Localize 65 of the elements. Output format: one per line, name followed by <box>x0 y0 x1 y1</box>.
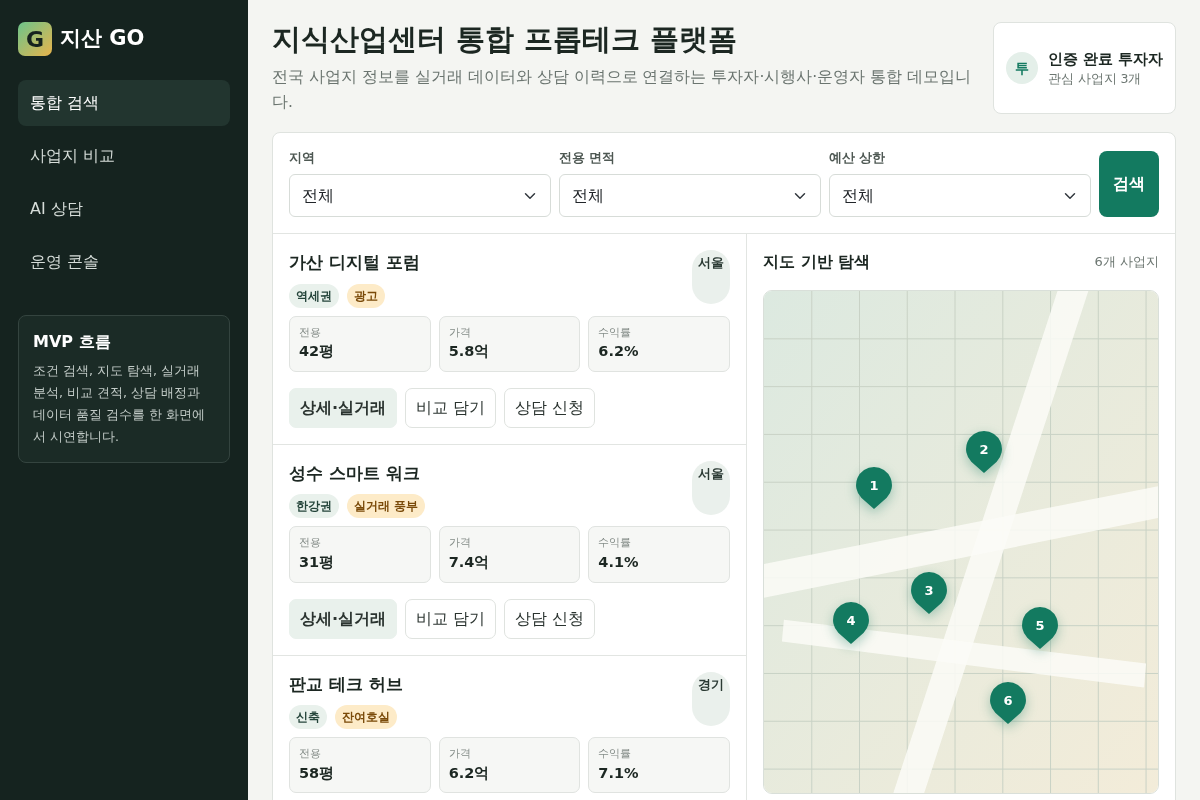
consult-button[interactable]: 상담 신청 <box>504 598 596 639</box>
filter-select[interactable]: 전체 <box>289 174 551 218</box>
map-pin[interactable]: 5 <box>1020 605 1059 650</box>
listing-tag: 잔여호실 <box>335 705 397 730</box>
listing-name: 판교 테크 허브 <box>289 672 403 696</box>
stat-label: 수익률 <box>598 535 633 552</box>
stat-label: 전용 <box>299 535 322 552</box>
detail-button[interactable]: 상세·실거래 <box>289 598 398 639</box>
page-subtitle: 전국 사업지 정보를 실거래 데이터와 상담 이력으로 연결하는 투자자·시행사·운영자 통합 데모입니다. <box>272 66 972 113</box>
stat-label: 수익률 <box>598 324 633 341</box>
user-detail: 관심 사업지 3개 <box>1047 70 1143 89</box>
map-pin[interactable]: 6 <box>989 681 1028 726</box>
listing-tag: 광고 <box>347 283 385 308</box>
stat-value: 4.1% <box>598 552 640 572</box>
nav-item[interactable]: 통합 검색 <box>18 80 230 126</box>
info-title: MVP 흐름 <box>33 331 112 353</box>
stat-value: 6.2% <box>598 342 640 362</box>
user-avatar: 투 <box>1005 52 1038 85</box>
stat-label: 가격 <box>448 535 472 552</box>
stat-value: 7.1% <box>598 763 640 783</box>
map-count: 6개 사업지 <box>1094 253 1159 272</box>
logo-icon: G <box>18 22 52 56</box>
nav-item[interactable]: 사업지 비교 <box>18 133 230 179</box>
stat-value: 7.4억 <box>448 552 491 572</box>
stat-value: 42평 <box>299 342 336 362</box>
stat-label: 전용 <box>299 746 322 763</box>
listing-tag: 역세권 <box>289 283 339 308</box>
page-title: 지식산업센터 통합 프롭테크 플랫폼 <box>272 22 739 57</box>
search-button[interactable]: 검색 <box>1099 151 1159 218</box>
map-pin[interactable]: 4 <box>831 600 870 645</box>
region-badge: 서울 <box>692 460 730 515</box>
region-badge: 서울 <box>692 250 730 305</box>
stat-label: 전용 <box>299 324 322 341</box>
stat-label: 가격 <box>448 324 472 341</box>
stat-value: 5.8억 <box>448 342 491 362</box>
stat-value: 31평 <box>299 552 336 572</box>
filter-select[interactable]: 전체 <box>829 174 1091 218</box>
listing-name: 가산 디지털 포럼 <box>289 251 420 275</box>
filter-label: 지역 <box>289 149 316 168</box>
compare-button[interactable]: 비교 담기 <box>405 598 497 639</box>
compare-button[interactable]: 비교 담기 <box>405 387 497 428</box>
listing-tag: 한강권 <box>289 494 339 519</box>
map-pin[interactable]: 1 <box>855 466 894 511</box>
brand-name: 지산 GO <box>60 25 145 53</box>
consult-button[interactable]: 상담 신청 <box>504 387 596 428</box>
map-pin[interactable]: 2 <box>964 430 1003 475</box>
listing-tag: 실거래 풍부 <box>347 494 426 519</box>
map[interactable] <box>764 291 1158 794</box>
listing-tag: 신축 <box>289 705 327 730</box>
stat-value: 58평 <box>299 763 336 783</box>
listing-name: 성수 스마트 워크 <box>289 461 421 485</box>
nav-item[interactable]: 운영 콘솔 <box>18 239 230 285</box>
stat-label: 수익률 <box>598 746 633 763</box>
map-pin[interactable]: 3 <box>910 570 949 615</box>
stat-value: 6.2억 <box>448 763 491 783</box>
filter-label: 전용 면적 <box>559 149 617 168</box>
filter-select[interactable]: 전체 <box>559 174 821 218</box>
detail-button[interactable]: 상세·실거래 <box>289 387 398 428</box>
filter-label: 예산 상한 <box>829 149 887 168</box>
nav-item[interactable]: AI 상담 <box>18 186 230 232</box>
region-badge: 경기 <box>692 671 730 726</box>
stat-label: 가격 <box>448 746 472 763</box>
info-text: 조건 검색, 지도 탐색, 실거래 분석, 비교 견적, 상담 배정과 데이터 품질 검수를 한 화면에서 시연합니다. <box>33 362 206 446</box>
map-title: 지도 기반 탐색 <box>763 251 871 274</box>
user-name: 인증 완료 투자자 <box>1047 48 1163 70</box>
